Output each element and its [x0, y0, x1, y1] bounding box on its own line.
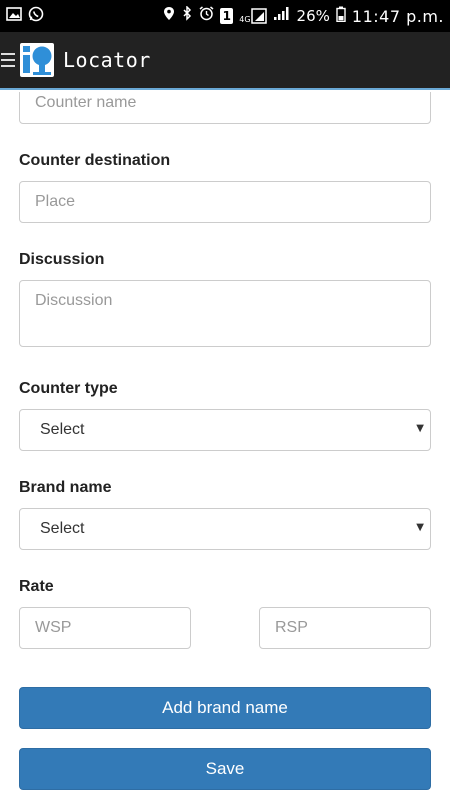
battery-icon	[336, 6, 346, 27]
app-bar: Locator	[0, 32, 450, 90]
rate-row	[19, 607, 431, 649]
dropdown-arrow-icon: ▼	[416, 522, 424, 533]
rsp-input[interactable]	[259, 607, 431, 649]
form-scroll-area[interactable]: Counter destination Discussion Counter t…	[0, 92, 450, 800]
status-bar-right: 1 4G 26% 11:47 p.m.	[163, 5, 444, 27]
save-button[interactable]: Save	[19, 748, 431, 790]
brand-name-select[interactable]: Select ▼	[19, 508, 431, 550]
counter-destination-label: Counter destination	[19, 152, 171, 169]
counter-form: Counter destination Discussion Counter t…	[19, 92, 431, 790]
brand-name-selected: Select	[40, 520, 85, 537]
add-brand-name-button[interactable]: Add brand name	[19, 687, 431, 729]
counter-type-field: Counter type Select ▼	[19, 380, 431, 451]
counter-destination-input[interactable]	[19, 181, 431, 223]
location-icon	[163, 6, 175, 26]
counter-destination-field: Counter destination	[19, 152, 431, 223]
rate-field: Rate	[19, 578, 431, 649]
discussion-label: Discussion	[19, 251, 105, 268]
counter-name-field	[19, 92, 431, 124]
counter-type-selected: Select	[40, 421, 85, 438]
dropdown-arrow-icon: ▼	[416, 423, 424, 434]
sim-number: 1	[222, 9, 231, 23]
counter-type-label: Counter type	[19, 380, 118, 397]
clock: 11:47 p.m.	[351, 6, 444, 26]
discussion-input[interactable]	[19, 280, 431, 347]
status-bar: 1 4G 26% 11:47 p.m.	[0, 0, 450, 32]
menu-icon[interactable]	[1, 51, 15, 69]
signal-icon	[273, 6, 291, 26]
counter-type-select[interactable]: Select ▼	[19, 409, 431, 451]
locator-logo-icon	[20, 43, 54, 77]
brand-name-field: Brand name Select ▼	[19, 479, 431, 550]
brand-name-label: Brand name	[19, 479, 112, 496]
status-bar-left	[6, 6, 44, 27]
sim-icon: 1	[220, 8, 234, 24]
wsp-input[interactable]	[19, 607, 191, 649]
whatsapp-icon	[28, 6, 44, 27]
rate-label: Rate	[19, 578, 54, 595]
battery-percent: 26%	[296, 7, 330, 25]
gallery-icon	[6, 6, 22, 26]
network-icon: 4G	[239, 8, 267, 24]
counter-name-input[interactable]	[19, 92, 431, 124]
bluetooth-icon	[181, 5, 193, 26]
alarm-icon	[199, 6, 214, 26]
network-type: 4G	[239, 15, 251, 24]
discussion-field: Discussion	[19, 251, 431, 352]
app-title: Locator	[63, 48, 151, 72]
